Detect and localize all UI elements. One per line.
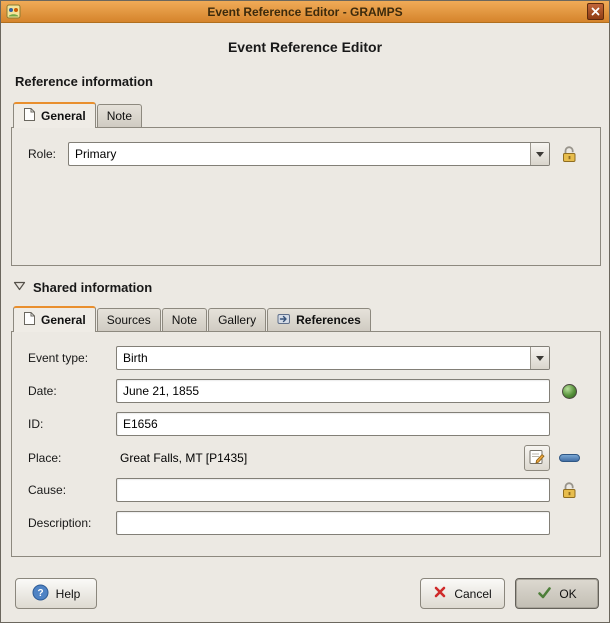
cause-label: Cause: (28, 483, 116, 497)
place-row: Place: Great Falls, MT [P1435] (28, 445, 588, 469)
date-label: Date: (28, 384, 116, 398)
role-dropdown-button[interactable] (530, 143, 549, 165)
tab-label: Note (107, 109, 132, 123)
shared-section-label: Shared information (33, 280, 152, 295)
cause-row: Cause: (28, 478, 588, 502)
cause-input[interactable] (116, 478, 550, 502)
tab-label: General (41, 313, 86, 327)
edit-place-button[interactable] (524, 445, 550, 471)
tab-shared-sources[interactable]: Sources (97, 308, 161, 331)
id-row: ID: (28, 412, 588, 436)
cancel-button[interactable]: Cancel (420, 578, 505, 609)
id-input[interactable] (116, 412, 550, 436)
shared-tabbar: General Sources Note Gallery References (11, 305, 601, 331)
event-type-dropdown-button[interactable] (530, 347, 549, 369)
description-row: Description: (28, 511, 588, 535)
privacy-lock-icon[interactable] (560, 145, 579, 164)
help-button-label: Help (56, 587, 81, 601)
tab-label: Sources (107, 313, 151, 327)
ok-button[interactable]: OK (515, 578, 599, 609)
help-icon: ? (32, 584, 49, 604)
event-type-combobox[interactable]: Birth (116, 346, 550, 370)
tab-label: General (41, 109, 86, 123)
dropdown-arrow-icon (536, 356, 544, 361)
date-input[interactable] (116, 379, 550, 403)
help-button[interactable]: ? Help (15, 578, 97, 609)
remove-place-icon[interactable] (559, 454, 580, 462)
edit-place-icon (528, 448, 546, 469)
description-label: Description: (28, 516, 116, 530)
place-label: Place: (28, 451, 116, 465)
document-icon (23, 311, 36, 329)
svg-text:?: ? (37, 588, 43, 599)
expander-open-icon (13, 279, 26, 295)
description-input[interactable] (116, 511, 550, 535)
tab-shared-note[interactable]: Note (162, 308, 207, 331)
shared-notebook: General Sources Note Gallery References (11, 305, 601, 557)
role-combobox-value: Primary (69, 143, 530, 165)
role-label: Role: (28, 147, 68, 161)
event-type-combobox-value: Birth (117, 347, 530, 369)
close-button[interactable] (587, 3, 604, 20)
date-row: Date: (28, 379, 588, 403)
place-value: Great Falls, MT [P1435] (116, 451, 247, 465)
privacy-lock-icon[interactable] (560, 481, 579, 500)
id-label: ID: (28, 417, 116, 431)
cancel-button-label: Cancel (454, 587, 491, 601)
ok-button-label: OK (559, 587, 576, 601)
document-icon (23, 107, 36, 125)
close-icon (591, 5, 600, 19)
cancel-icon (433, 585, 447, 602)
tab-label: Note (172, 313, 197, 327)
references-icon (277, 312, 291, 329)
tab-label: Gallery (218, 313, 256, 327)
tab-shared-general[interactable]: General (13, 306, 96, 332)
tab-reference-general[interactable]: General (13, 102, 96, 128)
tab-shared-references[interactable]: References (267, 308, 371, 331)
reference-notebook: General Note Role: Primary (11, 101, 601, 266)
dialog-heading: Event Reference Editor (1, 39, 609, 55)
app-icon (6, 4, 21, 19)
event-type-label: Event type: (28, 351, 116, 365)
shared-tab-content: Event type: Birth Date: (11, 331, 601, 557)
role-combobox[interactable]: Primary (68, 142, 550, 166)
event-reference-editor-window: Event Reference Editor - GRAMPS Event Re… (0, 0, 610, 623)
tab-label: References (296, 313, 361, 327)
reference-tabbar: General Note (11, 101, 601, 127)
reference-section-label: Reference information (15, 74, 153, 89)
role-row: Role: Primary (12, 128, 600, 166)
titlebar[interactable]: Event Reference Editor - GRAMPS (1, 1, 609, 23)
date-status-led-icon[interactable] (562, 384, 577, 399)
reference-tab-content: Role: Primary (11, 127, 601, 266)
event-type-row: Event type: Birth (28, 346, 588, 370)
ok-icon (537, 585, 552, 603)
dropdown-arrow-icon (536, 152, 544, 157)
tab-reference-note[interactable]: Note (97, 104, 142, 127)
window-title: Event Reference Editor - GRAMPS (1, 5, 609, 19)
shared-section-expander[interactable]: Shared information (13, 279, 152, 295)
tab-shared-gallery[interactable]: Gallery (208, 308, 266, 331)
